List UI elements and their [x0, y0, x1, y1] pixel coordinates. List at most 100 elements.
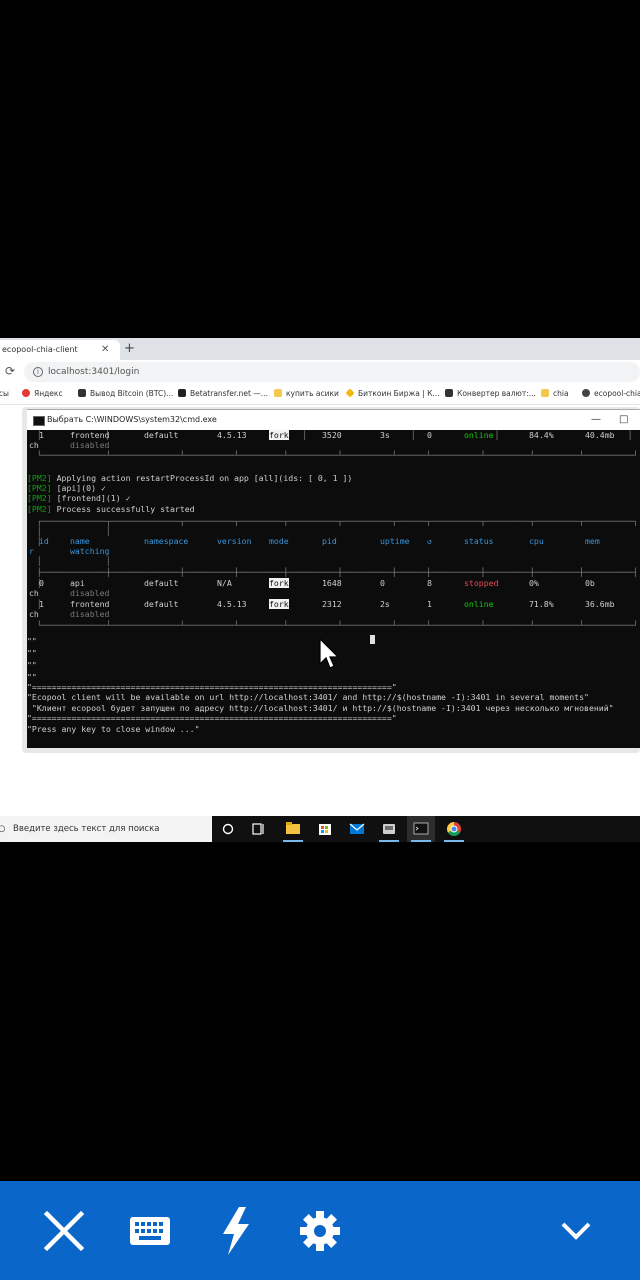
remote-desktop-view[interactable]: ecopool-chia-client ✕ + ⟳ i localhost:34… [0, 338, 640, 842]
cell-status: online [464, 599, 494, 609]
cell-name: frontend [70, 430, 110, 440]
tab-close-icon[interactable]: ✕ [101, 340, 109, 360]
reload-icon[interactable]: ⟳ [5, 364, 15, 378]
settings-icon [300, 1211, 340, 1251]
site-icon [78, 389, 86, 397]
cell-mem: 36.6mb [585, 599, 615, 609]
windows-taskbar: ○ Введите здесь текст для поиска [0, 816, 640, 842]
keyboard-button[interactable] [126, 1207, 174, 1255]
cell-restarts: 1 [427, 599, 432, 609]
cmd-title-bar[interactable]: Выбрать C:\WINDOWS\system32\cmd.exe — □ [27, 410, 640, 430]
header-id: id [39, 536, 49, 546]
header-name: name [70, 536, 90, 546]
cell-cpu: 71.8% [529, 599, 554, 609]
cell-version: N/A [217, 578, 232, 588]
cell-pid: 3520 [322, 430, 342, 440]
lightning-icon [223, 1207, 249, 1255]
cmd-icon [33, 416, 45, 426]
browser-tab[interactable]: ecopool-chia-client ✕ [0, 340, 120, 360]
bookmark-item[interactable]: Вывод Bitcoin (BTC)... [78, 384, 173, 404]
cell-cpu: 0% [529, 578, 539, 588]
remote-control-toolbar [0, 1181, 640, 1280]
yandex-icon [22, 389, 30, 397]
folder-icon [274, 389, 282, 397]
log-line: [PM2] Process successfully started [27, 504, 195, 514]
collapse-button[interactable] [552, 1207, 600, 1255]
cmd-taskbar-icon[interactable] [407, 816, 435, 842]
cell-left-fragment: ch [29, 609, 39, 619]
cell-name: api [70, 578, 85, 588]
bookmark-item[interactable]: Биткоин Биржа | К... [345, 384, 440, 404]
header-pid: pid [322, 536, 337, 546]
bookmarks-bar: исы Яндекс Вывод Bitcoin (BTC)... Betatr… [0, 384, 640, 405]
bookmark-item[interactable]: Яндекс [22, 384, 63, 404]
cell-mode: fork [269, 430, 289, 440]
cell-restarts: 0 [427, 430, 432, 440]
header-left-fragment: r [29, 546, 34, 556]
tab-title: ecopool-chia-client [2, 345, 78, 354]
cell-mem: 0b [585, 578, 595, 588]
cell-uptime: 2s [380, 599, 390, 609]
cell-name: frontend [70, 599, 110, 609]
cell-version: 4.5.13 [217, 430, 247, 440]
cmd-window[interactable]: Выбрать C:\WINDOWS\system32\cmd.exe — □ … [27, 409, 640, 748]
quick-actions-button[interactable] [212, 1207, 260, 1255]
settings-button[interactable] [296, 1207, 344, 1255]
output-line: "" [27, 672, 37, 682]
cell-mode: fork [269, 578, 289, 588]
mail-icon[interactable] [343, 816, 371, 842]
file-explorer-icon[interactable] [279, 816, 307, 842]
cell-mode: fork [269, 599, 289, 609]
header-mode: mode [269, 536, 289, 546]
header-restarts: ↺ [427, 536, 432, 546]
folder-icon [541, 389, 549, 397]
site-icon [445, 389, 453, 397]
maximize-button[interactable]: □ [619, 410, 628, 430]
bookmark-item[interactable]: ecopool-chia-... [582, 384, 640, 404]
log-line: [PM2] Applying action restartProcessId o… [27, 473, 353, 483]
cell-namespace: default [144, 578, 179, 588]
header-version: version [217, 536, 252, 546]
bookmark-item[interactable]: Betatransfer.net —... [178, 384, 268, 404]
taskbar-search[interactable]: ○ Введите здесь текст для поиска [0, 816, 212, 842]
cell-watching: disabled [70, 588, 110, 598]
new-tab-button[interactable]: + [124, 338, 135, 360]
url-text[interactable]: localhost:3401/login [48, 362, 139, 382]
bookmark-item[interactable]: исы [0, 384, 9, 404]
close-button[interactable] [40, 1207, 88, 1255]
cell-cpu: 84.4% [529, 430, 554, 440]
app-icon[interactable] [375, 816, 403, 842]
binance-icon [345, 388, 355, 398]
cell-left-fragment: ch [29, 440, 39, 450]
search-icon: ○ [0, 824, 6, 834]
bookmark-item[interactable]: Конвертер валют:... [445, 384, 536, 404]
terminal-output[interactable]: │ 1 │ │ │ │ │ │ │ │ [27, 430, 640, 748]
bookmark-item[interactable]: chia [541, 384, 569, 404]
chrome-icon[interactable] [440, 816, 468, 842]
cell-id: 1 [39, 430, 44, 440]
cell-watching: disabled [70, 609, 110, 619]
store-icon[interactable] [311, 816, 339, 842]
timeline-icon[interactable] [244, 816, 272, 842]
log-line: [PM2] [frontend](1) ✓ [27, 493, 131, 503]
header-namespace: namespace [144, 536, 189, 546]
address-bar[interactable]: i localhost:3401/login [24, 362, 640, 382]
chevron-down-icon [561, 1222, 591, 1240]
info-icon[interactable]: i [33, 367, 43, 377]
cell-namespace: default [144, 430, 179, 440]
output-line: "=======================================… [27, 682, 397, 692]
bookmark-item[interactable]: купить асики [274, 384, 339, 404]
output-line: "" [27, 636, 37, 646]
header-status: status [464, 536, 494, 546]
cell-left-fragment: ch [29, 588, 39, 598]
address-bar-row: ⟳ i localhost:3401/login [0, 360, 640, 384]
minimize-button[interactable]: — [591, 410, 601, 430]
cell-id: 0 [39, 578, 44, 588]
output-line: "=======================================… [27, 713, 397, 723]
cell-namespace: default [144, 599, 179, 609]
task-view-icon[interactable] [214, 816, 242, 842]
header-cpu: cpu [529, 536, 544, 546]
cell-status: online [464, 430, 494, 440]
cell-watching: disabled [70, 440, 110, 450]
search-placeholder: Введите здесь текст для поиска [13, 824, 160, 834]
